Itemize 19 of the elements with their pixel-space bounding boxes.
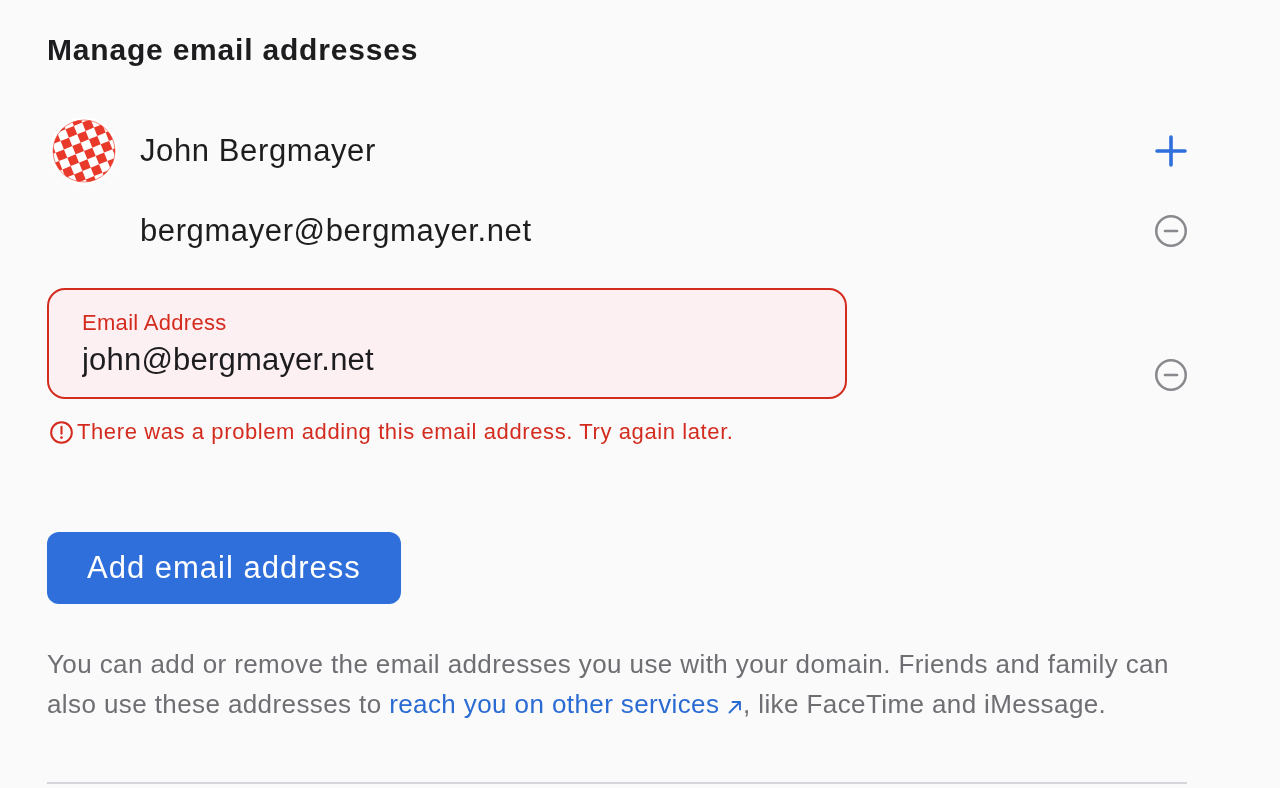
remove-address-button[interactable]	[1155, 215, 1187, 247]
email-address: bergmayer@bergmayer.net	[140, 213, 532, 249]
section-title: Manage email addresses	[47, 32, 420, 68]
account-name: John Bergmayer	[140, 133, 376, 169]
email-address-field[interactable]: Email Address john@bergmayer.net	[47, 288, 847, 399]
remove-address-button[interactable]	[1155, 359, 1187, 391]
exclamation-circle-icon	[50, 420, 73, 444]
email-input[interactable]: john@bergmayer.net	[82, 342, 812, 378]
add-email-address-button[interactable]: Add email address	[47, 532, 401, 604]
field-label: Email Address	[82, 310, 227, 336]
services-link[interactable]: reach you on other services	[389, 689, 743, 719]
error-message: There was a problem adding this email address. Try again later.	[77, 419, 734, 445]
diagonal-arrow-icon	[727, 699, 743, 715]
minus-circle-icon	[1155, 215, 1187, 247]
minus-circle-icon	[1155, 359, 1187, 391]
description-text: You can add or remove the email addresses you use with your domain. Friends and family can also use these addresses to reach you on other services , like FaceTime and iMessage.	[47, 648, 1170, 721]
checkered-ball-icon	[50, 117, 118, 185]
plus-icon	[1155, 135, 1187, 167]
add-address-button[interactable]	[1155, 135, 1187, 167]
